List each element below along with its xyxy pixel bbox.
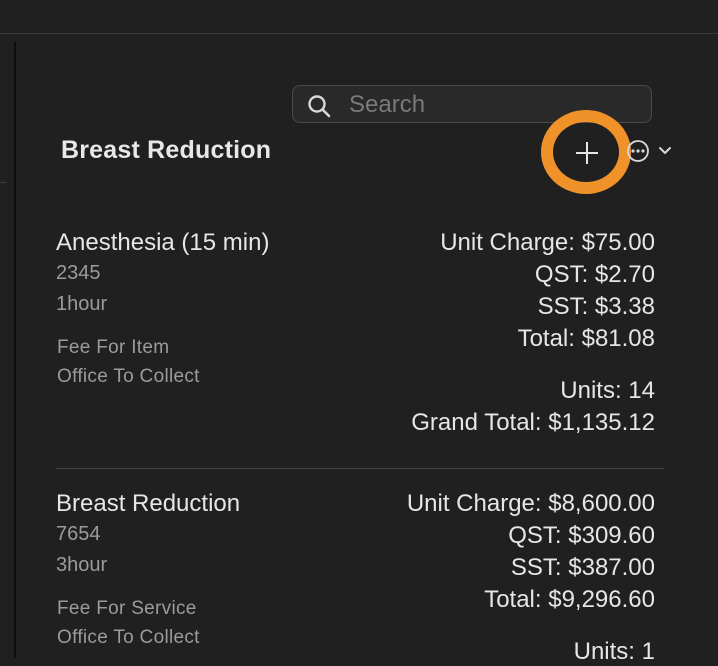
- item-qst: QST: $2.70: [534, 261, 655, 288]
- item-name: Breast Reduction: [56, 490, 241, 517]
- item-unit-charge: Unit Charge: $8,600.00: [406, 490, 655, 517]
- item-collector: Office To Collect: [57, 366, 200, 387]
- item-collector: Office To Collect: [57, 627, 200, 648]
- item-fee-type: Fee For Item: [57, 337, 170, 358]
- split-view-divider[interactable]: [14, 42, 16, 658]
- ellipsis-circle-icon: [627, 140, 649, 162]
- plus-icon: [576, 142, 598, 164]
- item-sst: SST: $3.38: [537, 293, 655, 320]
- item-duration: 1hour: [56, 293, 108, 315]
- window-toolbar: [0, 0, 718, 34]
- item-grand-total: Grand Total: $1,135.12: [411, 409, 655, 436]
- item-total: Total: $9,296.60: [484, 586, 655, 613]
- item-units: Units: 1: [573, 638, 655, 665]
- item-code: 2345: [56, 262, 101, 284]
- item-qst: QST: $309.60: [508, 522, 655, 549]
- item-name: Anesthesia (15 min): [56, 229, 270, 256]
- item-sst: SST: $387.00: [510, 554, 655, 581]
- item-code: 7654: [56, 523, 101, 545]
- item-unit-charge: Unit Charge: $75.00: [440, 229, 655, 256]
- item-total: Total: $81.08: [517, 325, 655, 352]
- sidebar-separator: [0, 182, 6, 183]
- item-fee-type: Fee For Service: [57, 598, 197, 619]
- item-divider: [56, 468, 664, 469]
- item-duration: 3hour: [56, 554, 108, 576]
- more-options-button[interactable]: [627, 140, 675, 162]
- section-title: Breast Reduction: [61, 136, 272, 164]
- item-units: Units: 14: [560, 377, 655, 404]
- search-icon: [308, 95, 331, 118]
- add-item-button[interactable]: [541, 110, 631, 194]
- chevron-down-icon: [659, 147, 671, 154]
